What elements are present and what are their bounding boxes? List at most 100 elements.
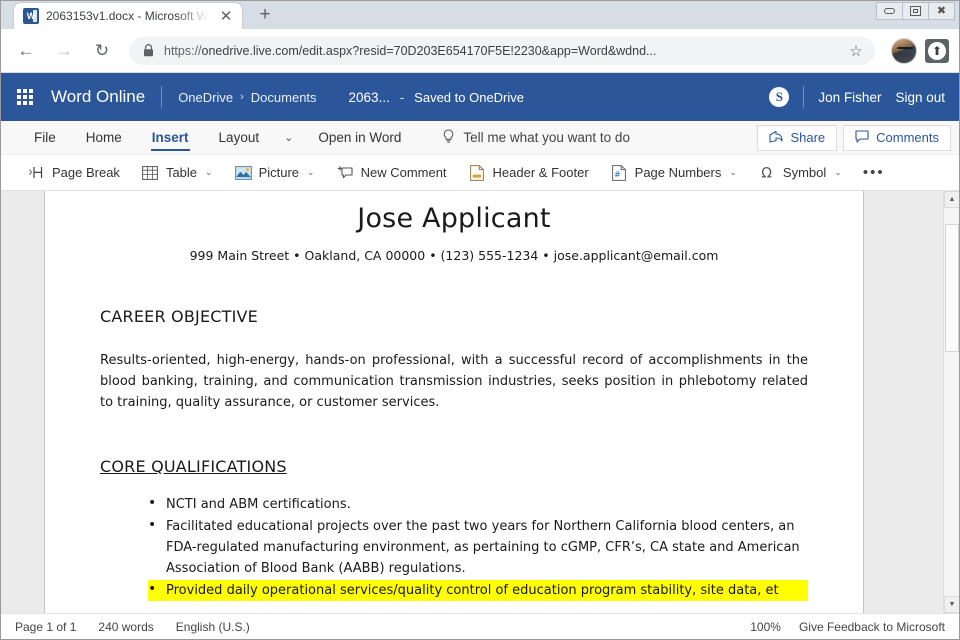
ribbon-more-chevron-down-icon[interactable]: ⌄ [274,121,303,154]
breadcrumb-documents[interactable]: Documents [251,90,317,105]
ribbon-tab-bar: File Home Insert Layout ⌄ Open in Word T… [1,121,959,155]
career-objective-paragraph: Results-oriented, high-energy, hands-on … [100,350,808,413]
toolbar-overflow-button[interactable]: ••• [853,164,895,181]
give-feedback-link[interactable]: Give Feedback to Microsoft [799,620,945,634]
symbol-button[interactable]: Ω Symbol ⌄ [748,159,853,187]
browser-window: W 2063153v1.docx - Microsoft W ✕ + ✖ ← →… [0,0,960,640]
scroll-down-button[interactable]: ▼ [944,596,959,613]
browser-titlebar: W 2063153v1.docx - Microsoft W ✕ + ✖ [1,1,959,29]
section-heading-career-objective: CAREER OBJECTIVE [100,307,808,326]
ribbon-right-group: Share Comments [751,121,959,154]
page-numbers-chevron-down-icon[interactable]: ⌄ [729,167,737,178]
section-heading-core-qualifications: CORE QUALIFICATIONS [100,457,808,476]
open-in-word-button[interactable]: Open in Word [303,121,416,154]
status-bar: Page 1 of 1 240 words English (U.S.) 100… [1,613,959,639]
maximize-window-button[interactable] [902,2,929,20]
language-indicator[interactable]: English (U.S.) [176,620,250,634]
back-button[interactable]: ← [11,36,41,66]
browser-tab[interactable]: W 2063153v1.docx - Microsoft W ✕ [13,2,243,29]
forward-button[interactable]: → [49,36,79,66]
header-footer-button[interactable]: Header & Footer [458,159,600,187]
table-icon [142,164,159,181]
app-launcher-waffle-icon[interactable] [1,73,49,121]
picture-button[interactable]: Picture ⌄ [224,159,326,187]
page-numbers-icon: # [611,164,628,181]
document-title[interactable]: 2063... [333,90,390,105]
skype-icon[interactable]: S [769,87,789,107]
resume-contact-line: 999 Main Street • Oakland, CA 00000 • (1… [100,248,808,263]
scrollbar-thumb[interactable] [945,224,959,352]
page-break-label: Page Break [52,165,120,180]
lightbulb-icon [442,129,455,147]
symbol-chevron-down-icon[interactable]: ⌄ [834,167,842,178]
insert-ribbon-toolbar: Page Break Table ⌄ Picture ⌄ [1,155,959,191]
new-tab-button[interactable]: + [251,1,279,29]
tab-strip: W 2063153v1.docx - Microsoft W ✕ + [13,1,279,29]
address-bar[interactable]: https://onedrive.live.com/edit.aspx?resi… [129,37,875,65]
share-label: Share [790,130,825,145]
svg-text:#: # [614,169,621,178]
close-tab-icon[interactable]: ✕ [216,6,236,26]
resume-name: Jose Applicant [100,203,808,234]
table-chevron-down-icon[interactable]: ⌄ [205,167,213,178]
picture-label: Picture [259,165,299,180]
comments-button[interactable]: Comments [843,125,951,151]
new-comment-label: New Comment [361,165,447,180]
tab-file[interactable]: File [19,121,71,154]
new-comment-button[interactable]: New Comment [326,159,458,187]
sign-out-link[interactable]: Sign out [895,90,945,105]
address-bar-url: https://onedrive.live.com/edit.aspx?resi… [164,44,843,58]
app-brand-title: Word Online [49,87,161,107]
url-scheme: https:// [164,44,202,58]
header-footer-icon [469,164,486,181]
update-browser-button[interactable]: ⬆ [925,39,949,63]
word-online-header: Word Online OneDrive › Documents 2063...… [1,73,959,121]
vertical-scrollbar[interactable]: ▲ ▼ [943,191,959,613]
profile-avatar[interactable] [891,38,917,64]
zoom-level[interactable]: 100% [750,620,781,634]
close-window-button[interactable]: ✖ [928,2,955,20]
save-status-text: Saved to OneDrive [414,90,524,105]
symbol-label: Symbol [783,165,826,180]
tell-me-search[interactable]: Tell me what you want to do [416,121,644,154]
document-page[interactable]: Jose Applicant 999 Main Street • Oakland… [44,191,864,613]
core-qualifications-list: NCTI and ABM certifications. Facilitated… [100,494,808,601]
new-comment-icon [337,164,354,181]
save-status: - Saved to OneDrive [390,90,524,105]
symbol-omega-icon: Ω [759,164,776,181]
comment-bubble-icon [855,130,869,146]
table-label: Table [166,165,197,180]
list-item: Provided daily operational services/qual… [148,580,808,601]
word-favicon-icon: W [23,8,39,24]
scroll-up-button[interactable]: ▲ [944,191,959,208]
breadcrumb-onedrive[interactable]: OneDrive [178,90,233,105]
picture-icon [235,164,252,181]
share-icon [769,130,783,146]
window-controls: ✖ [877,2,955,20]
tab-home[interactable]: Home [71,121,137,154]
minimize-window-button[interactable] [876,2,903,20]
status-bar-right-group: 100% Give Feedback to Microsoft [750,620,945,634]
table-button[interactable]: Table ⌄ [131,159,224,187]
user-name[interactable]: Jon Fisher [818,90,881,105]
list-item: Facilitated educational projects over th… [148,516,808,579]
bookmark-star-icon[interactable]: ☆ [843,38,869,64]
page-numbers-label: Page Numbers [635,165,722,180]
page-break-icon [28,164,45,181]
breadcrumb: OneDrive › Documents [162,90,332,105]
header-divider-2 [803,86,804,108]
svg-text:Ω: Ω [761,166,772,181]
word-count[interactable]: 240 words [98,620,153,634]
tab-title: 2063153v1.docx - Microsoft W [46,9,208,23]
page-count: Page 1 of 1 [15,620,76,634]
share-button[interactable]: Share [757,125,837,151]
page-break-button[interactable]: Page Break [17,159,131,187]
picture-chevron-down-icon[interactable]: ⌄ [307,167,315,178]
upload-arrow-icon: ⬆ [928,42,946,60]
tab-layout[interactable]: Layout [204,121,275,154]
comments-label: Comments [876,130,939,145]
reload-button[interactable]: ↻ [87,36,117,66]
tab-insert[interactable]: Insert [137,121,204,154]
page-numbers-button[interactable]: # Page Numbers ⌄ [600,159,748,187]
breadcrumb-separator-icon: › [240,91,244,103]
